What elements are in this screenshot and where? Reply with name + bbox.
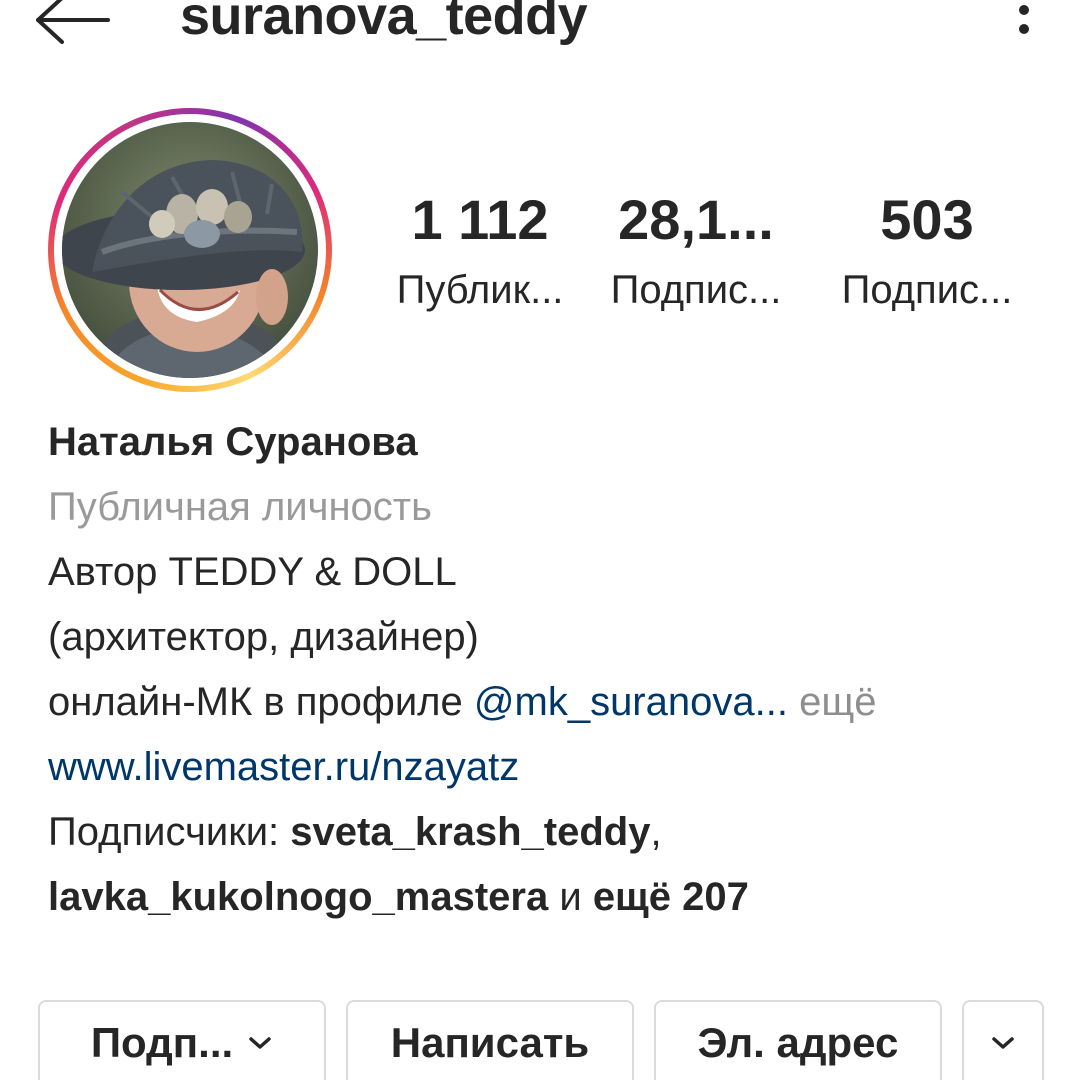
follow-button-label: Подп...	[90, 1019, 234, 1066]
followed-by-and: и	[548, 875, 593, 919]
suggested-accounts-button[interactable]	[962, 1000, 1044, 1080]
website-link[interactable]: www.livemaster.ru/nzayatz	[48, 735, 1048, 800]
profile-full-name: Наталья Суранова	[48, 420, 418, 464]
message-button-label: Написать	[390, 1019, 590, 1066]
avatar[interactable]	[62, 122, 318, 378]
following-label: Подпис...	[841, 268, 1013, 312]
follow-button[interactable]: Подп...	[38, 1000, 326, 1080]
mention-ellipsis: ...	[754, 680, 788, 724]
kebab-menu-icon[interactable]	[1006, 2, 1042, 42]
stat-posts[interactable]: 1 112 Публик...	[380, 180, 580, 320]
followed-by-line-2[interactable]: lavka_kukolnogo_mastera и ещё 207	[48, 865, 1048, 930]
bio-mention-prefix: онлайн-МК в профиле	[48, 680, 474, 724]
message-button[interactable]: Написать	[346, 1000, 634, 1080]
followed-by-comma: ,	[650, 810, 662, 854]
bio-line-profession: (архитектор, дизайнер)	[48, 615, 479, 659]
followers-label: Подпис...	[610, 268, 782, 312]
chevron-down-icon	[249, 1037, 271, 1049]
followed-by-line[interactable]: Подписчики: sveta_krash_teddy,	[48, 800, 1048, 865]
posts-label: Публик...	[396, 268, 564, 312]
bio-line-author: Автор TEDDY & DOLL	[48, 550, 457, 594]
stat-followers[interactable]: 28,1... Подпис...	[596, 180, 796, 320]
profile-stats: 1 112 Публик... 28,1... Подпис... 503 По…	[370, 180, 1050, 330]
followed-by-others[interactable]: ещё 207	[593, 875, 749, 919]
stat-following[interactable]: 503 Подпис...	[822, 180, 1032, 320]
chevron-down-icon	[992, 1037, 1014, 1049]
arrow-left-icon[interactable]	[32, 0, 112, 50]
top-bar: suranova_teddy	[0, 0, 1080, 60]
profile-category: Публичная личность	[48, 485, 432, 529]
email-button[interactable]: Эл. адрес	[654, 1000, 942, 1080]
bio-line-mention: онлайн-МК в профиле @mk_suranova... ещё	[48, 670, 1048, 735]
profile-photo-icon	[62, 122, 318, 378]
followed-by-user-2[interactable]: lavka_kukolnogo_mastera	[48, 875, 548, 919]
email-button-label: Эл. адрес	[697, 1019, 899, 1066]
followed-by-prefix: Подписчики:	[48, 810, 291, 854]
profile-username: suranova_teddy	[180, 0, 588, 46]
posts-count: 1 112	[411, 188, 549, 251]
profile-bio: Наталья Суранова Публичная личность Авто…	[48, 410, 1048, 930]
mention-link[interactable]: @mk_suranova	[474, 680, 755, 724]
followed-by-user-1[interactable]: sveta_krash_teddy	[290, 810, 650, 854]
following-count: 503	[880, 188, 974, 251]
followers-count: 28,1...	[618, 188, 774, 251]
bio-more-link[interactable]: ещё	[788, 680, 876, 724]
